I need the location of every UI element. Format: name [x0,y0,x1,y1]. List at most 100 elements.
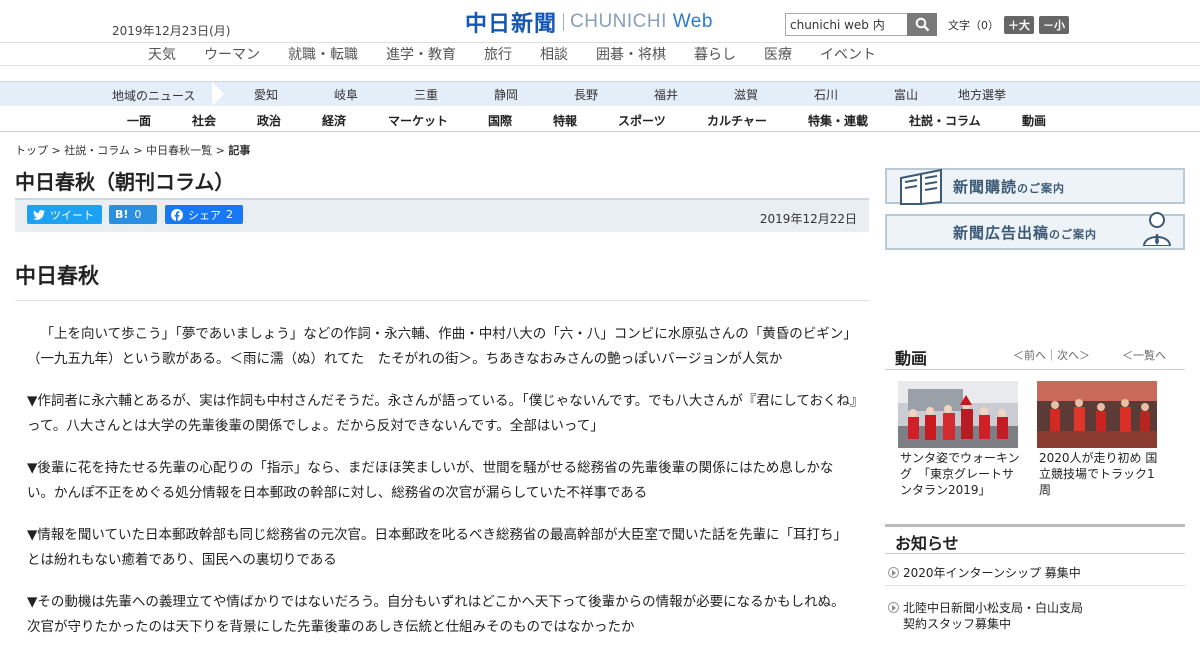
facebook-icon [171,208,183,221]
logo-sub-text: CHUNICHI Web [570,11,713,32]
hatena-button[interactable]: B! 0 [109,205,157,224]
search-button[interactable] [907,13,937,36]
twitter-icon [33,209,45,220]
facebook-share-button[interactable]: シェア 2 [165,205,243,224]
column-heading: 中日春秋 [15,264,99,288]
nav-igo-shogi[interactable]: 囲碁・将棋 [596,44,666,64]
cat-special-report[interactable]: 特報 [553,112,577,129]
crumb-top[interactable]: トップ [15,144,48,157]
notice-item[interactable]: 北陸中日新聞小松支局・白山支局 契約スタッフ募集中 [888,600,1083,632]
nav-consult[interactable]: 相談 [540,44,568,64]
cat-sports[interactable]: スポーツ [618,112,666,129]
article-paragraph: ▼その動機は先輩への義理立てや情ばかりではないだろう。自分もいずれはどこかへ天下… [27,594,845,635]
region-nagano[interactable]: 長野 [574,86,598,103]
nav-education[interactable]: 進学・教育 [386,44,456,64]
cat-video[interactable]: 動画 [1022,112,1046,129]
cat-culture[interactable]: カルチャー [707,112,767,129]
video-caption[interactable]: サンタ姿でウォーキング 「東京グレートサンタラン2019」 [900,450,1024,498]
video-section-header: 動画 ＜前へ｜次へ＞ ＜一覧へ [885,340,1185,370]
santa-run-photo [898,381,1018,448]
font-smaller-button[interactable]: －小 [1039,16,1069,34]
article-paragraph: ▼作詞者に永六輔とあるが、実は作詞も中村さんだそうだ。永さんが語っている。「僕じ… [27,393,857,434]
share-bar: ツイート B! 0 シェア 2 2019年12月22日 [15,198,869,232]
notice-item[interactable]: 2020年インターンシップ 募集中 [888,565,1081,581]
region-toyama[interactable]: 富山 [894,86,918,103]
hatena-icon: B! [115,208,129,221]
cat-politics[interactable]: 政治 [257,112,281,129]
font-size-label: 文字（0） [948,19,999,32]
nav-events[interactable]: イベント [820,44,876,64]
region-mie[interactable]: 三重 [414,86,438,103]
cat-economy[interactable]: 経済 [322,112,346,129]
publish-date: 2019年12月22日 [759,212,857,226]
notices-header: お知らせ [885,524,1185,554]
video-caption[interactable]: 2020人が走り初め 国立競技場でトラック1周 [1039,450,1163,498]
cat-market[interactable]: マーケット [388,112,448,129]
person-icon [1142,212,1172,246]
cat-society[interactable]: 社会 [192,112,216,129]
tweet-button[interactable]: ツイート [27,205,102,224]
article-paragraph: ▼後輩に花を持たせる先輩の心配りの「指示」なら、まだほほ笑ましいが、世間を騒がせ… [27,460,834,501]
region-shiga[interactable]: 滋賀 [734,86,758,103]
region-shizuoka[interactable]: 静岡 [494,86,518,103]
regional-arrow [212,82,224,106]
site-logo[interactable]: 中日新聞 CHUNICHI Web [465,9,713,37]
article-paragraph: ▼情報を聞いていた日本郵政幹部も同じ総務省の元次官。日本郵政を叱るべき総務省の最… [27,527,847,568]
category-nav: 一面 社会 政治 経済 マーケット 国際 特報 スポーツ カルチャー 特集・連載… [0,106,1200,132]
arrow-bullet-icon [888,567,899,578]
share-label: シェア [188,208,221,222]
breadcrumb: トップ > 社説・コラム > 中日春秋一覧 > 記事 [15,144,251,157]
nav-weather[interactable]: 天気 [148,44,176,64]
arrow-bullet-icon [888,602,899,613]
crumb-editorial[interactable]: 社説・コラム [64,144,130,157]
font-size-control: 文字（0） ＋大 －小 [948,16,1069,34]
region-fukui[interactable]: 福井 [654,86,678,103]
crumb-column-list[interactable]: 中日春秋一覧 [146,144,212,157]
site-search [785,13,937,36]
advertising-banner[interactable]: 新聞広告出稿のご案内 [885,212,1185,250]
stadium-run-photo [1037,381,1157,448]
heading-divider [15,300,869,301]
page-title: 中日春秋（朝刊コラム） [15,170,235,194]
cat-international[interactable]: 国際 [488,112,512,129]
notices-title: お知らせ [895,534,959,553]
subscription-banner[interactable]: 新聞購読のご案内 [885,168,1185,206]
nav-living[interactable]: 暮らし [694,44,736,64]
cat-features[interactable]: 特集・連載 [808,112,868,129]
nav-woman[interactable]: ウーマン [204,44,260,64]
article-body: 「上を向いて歩こう」「夢であいましょう」などの作詞・永六輔、作曲・中村八大の「六… [27,322,857,657]
region-aichi[interactable]: 愛知 [254,86,278,103]
search-icon [915,17,929,32]
region-elections[interactable]: 地方選挙 [958,86,1006,103]
header-date: 2019年12月23日(月) [112,24,231,38]
crumb-current: 記事 [228,144,251,157]
share-count: 2 [226,208,233,221]
logo-main-text: 中日新聞 [465,12,558,37]
advertising-text: 新聞広告出稿のご案内 [953,223,1098,242]
article-paragraph: 「上を向いて歩こう」「夢であいましょう」などの作詞・永六輔、作曲・中村八大の「六… [27,326,857,367]
region-gifu[interactable]: 岐阜 [334,86,358,103]
subscription-text: 新聞購読のご案内 [953,177,1066,196]
regional-nav: 地域のニュース 愛知 岐阜 三重 静岡 長野 福井 滋賀 石川 富山 地方選挙 [0,81,1200,106]
cat-front[interactable]: 一面 [127,112,151,129]
nav-medical[interactable]: 医療 [764,44,792,64]
video-thumbnail-stadium[interactable] [1037,381,1157,448]
regional-label: 地域のニュース [112,89,196,103]
tweet-label: ツイート [50,208,94,222]
video-title: 動画 [895,349,928,368]
top-header: 2019年12月23日(月) 中日新聞 CHUNICHI Web 文字（0） ＋… [0,0,1200,42]
video-prev-next[interactable]: ＜前へ｜次へ＞ [1013,347,1090,363]
nav-travel[interactable]: 旅行 [484,44,512,64]
cat-editorial[interactable]: 社説・コラム [909,112,981,129]
notice-divider [885,585,1185,586]
video-list-link[interactable]: ＜一覧へ [1122,347,1166,363]
hatena-count: 0 [134,208,142,221]
newspaper-icon [900,168,942,206]
nav-jobs[interactable]: 就職・転職 [288,44,358,64]
search-input[interactable] [785,13,907,36]
region-ishikawa[interactable]: 石川 [814,86,838,103]
font-larger-button[interactable]: ＋大 [1004,16,1034,34]
video-thumbnail-santa[interactable] [898,381,1018,448]
service-nav: 天気 ウーマン 就職・転職 進学・教育 旅行 相談 囲碁・将棋 暮らし 医療 イ… [0,42,1200,66]
logo-separator [563,13,565,31]
